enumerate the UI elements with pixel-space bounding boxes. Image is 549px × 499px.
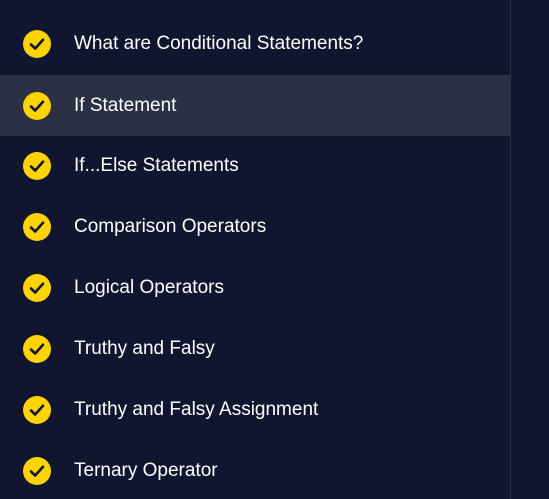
check-circle-icon [23,456,51,485]
lesson-item-ternary-operator[interactable]: Ternary Operator [0,440,510,499]
check-circle-icon [23,334,51,363]
check-circle-icon [23,212,51,241]
lesson-item-label: Truthy and Falsy [74,337,215,359]
lesson-item-label: Comparison Operators [74,215,267,237]
content-pane-edge [511,0,549,499]
lesson-item-comparison-operators[interactable]: Comparison Operators [0,196,510,257]
lesson-item-if-statement[interactable]: If Statement [0,75,510,136]
check-circle-icon [23,29,51,58]
lesson-item-truthy-and-falsy[interactable]: Truthy and Falsy [0,318,510,379]
check-circle-icon [23,273,51,302]
check-circle-icon [23,395,51,424]
lesson-item-label: What are Conditional Statements? [74,32,364,54]
lesson-item-what-are-conditional-statements[interactable]: What are Conditional Statements? [0,13,510,74]
lesson-item-label: If...Else Statements [74,154,239,176]
lesson-sidebar: What are Conditional Statements? If Stat… [0,0,511,499]
check-circle-icon [23,151,51,180]
lesson-item-if-else-statements[interactable]: If...Else Statements [0,135,510,196]
lesson-item-label: Truthy and Falsy Assignment [74,398,319,420]
lesson-item-label: Ternary Operator [74,459,218,481]
lesson-item-label: If Statement [74,94,177,116]
lesson-item-logical-operators[interactable]: Logical Operators [0,257,510,318]
check-circle-icon [23,91,51,120]
lesson-item-label: Logical Operators [74,276,224,298]
lesson-item-truthy-and-falsy-assignment[interactable]: Truthy and Falsy Assignment [0,379,510,440]
